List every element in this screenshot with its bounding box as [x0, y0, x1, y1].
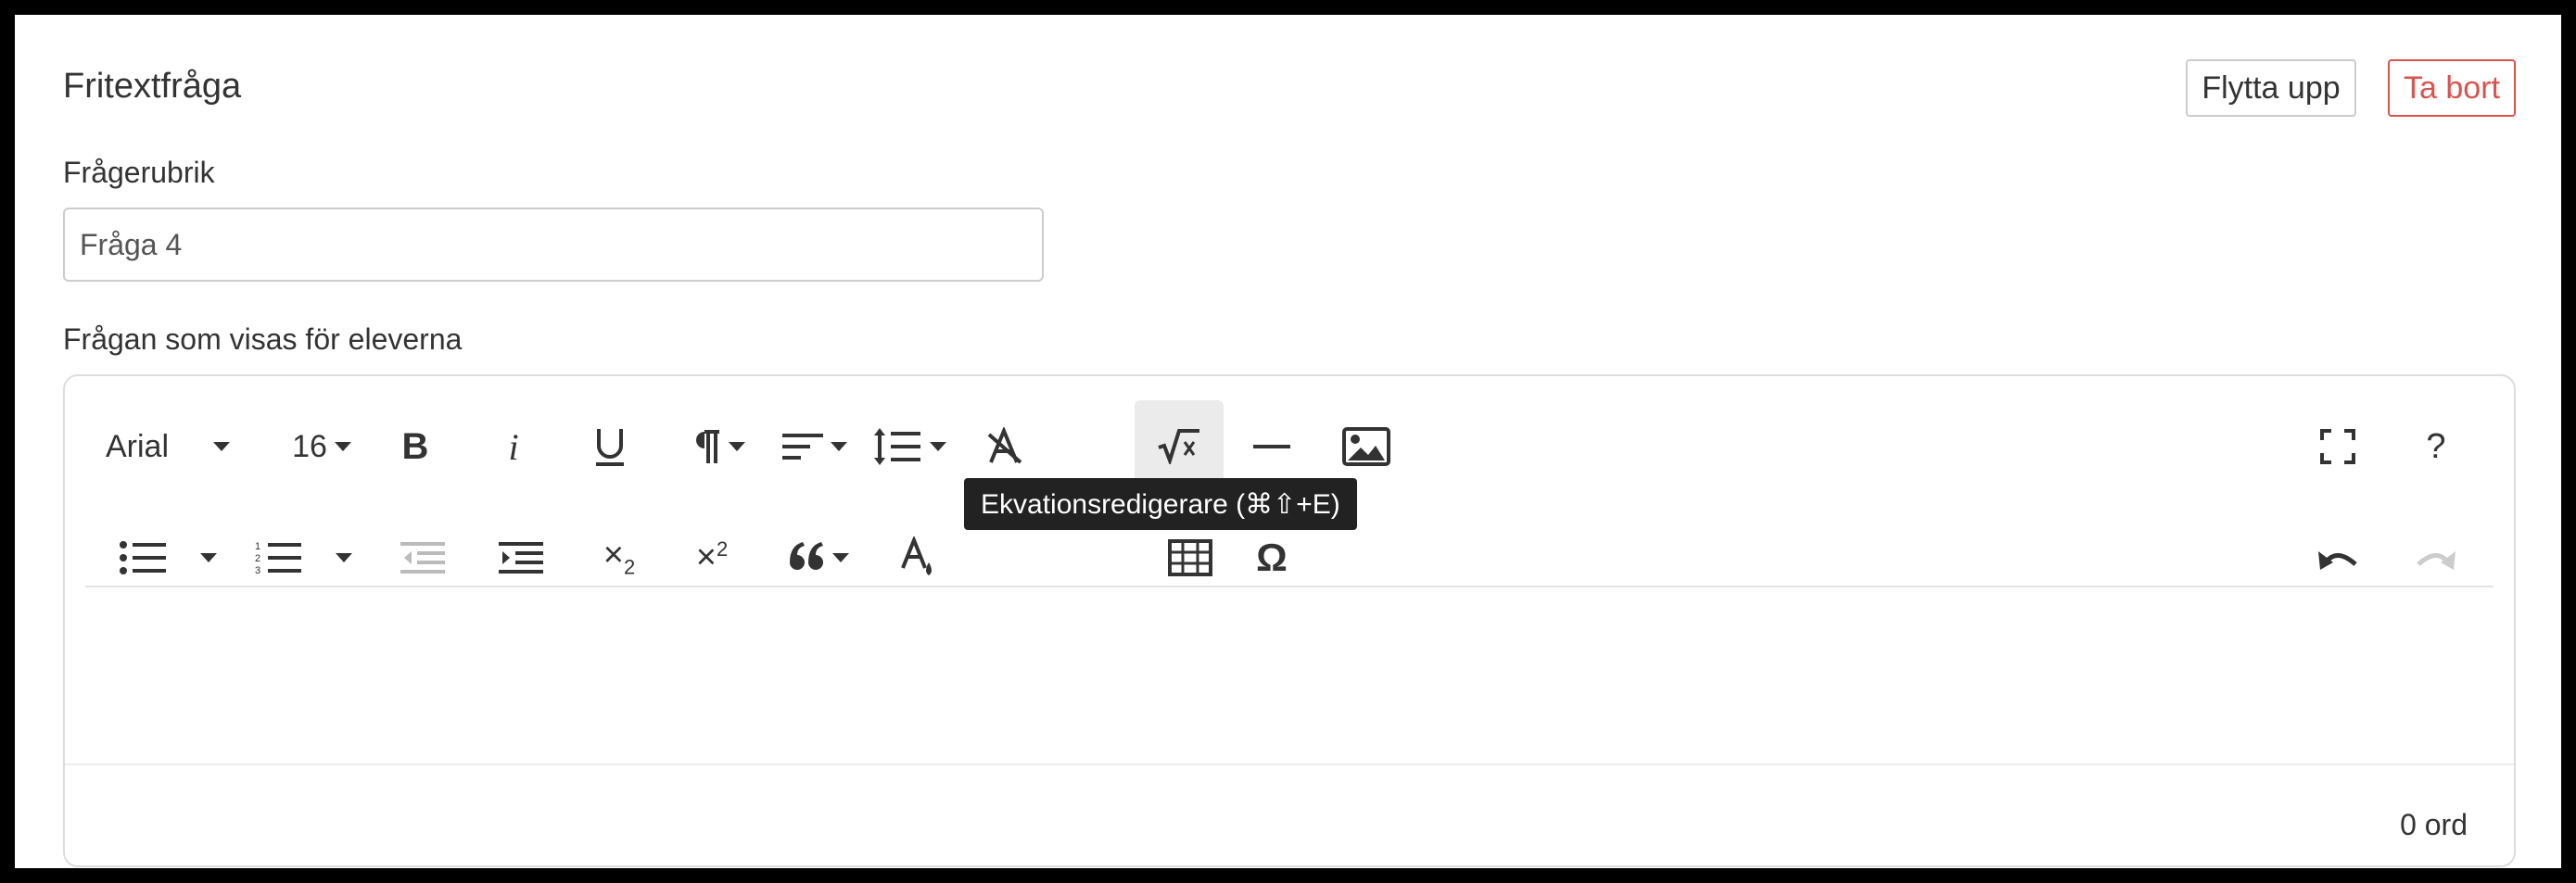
svg-text:3: 3	[255, 565, 260, 575]
numbered-list-options[interactable]	[330, 524, 358, 591]
omega-icon: Ω	[1256, 536, 1288, 579]
horizontal-line-button[interactable]	[1242, 413, 1301, 480]
indent-icon	[499, 542, 543, 574]
svg-text:2: 2	[255, 553, 260, 564]
chevron-down-icon	[334, 442, 351, 451]
chevron-down-icon	[213, 442, 231, 451]
chevron-down-icon	[832, 553, 849, 562]
horizontal-line-icon	[1253, 445, 1290, 448]
footer-divider	[65, 763, 2514, 765]
outdent-button[interactable]	[393, 524, 452, 591]
text-color-icon	[901, 536, 932, 575]
paragraph-format-button[interactable]	[677, 413, 760, 480]
underline-button[interactable]	[582, 413, 638, 480]
insert-table-button[interactable]	[1161, 524, 1220, 591]
superscript-button[interactable]: ×2	[682, 524, 742, 591]
align-left-icon	[782, 434, 823, 460]
insert-image-button[interactable]	[1337, 413, 1396, 480]
numbered-list-icon: 123	[255, 541, 301, 575]
fullscreen-icon	[2320, 429, 2355, 464]
indent-button[interactable]	[491, 524, 551, 591]
equation-editor-tooltip: Ekvationsredigerare (⌘⇧+E)	[964, 478, 1357, 530]
heading-input[interactable]: Fråga 4	[63, 208, 1044, 282]
superscript-icon: ×2	[695, 537, 729, 577]
clear-formatting-button[interactable]	[975, 413, 1034, 480]
bold-button[interactable]: B	[387, 413, 443, 480]
bullet-list-icon	[120, 541, 166, 574]
redo-icon	[2417, 551, 2455, 570]
chevron-down-icon	[336, 553, 352, 562]
subscript-button[interactable]: ×2	[590, 524, 649, 591]
quote-button[interactable]	[779, 524, 858, 591]
square-root-icon	[1158, 429, 1199, 464]
align-button[interactable]	[773, 413, 857, 480]
numbered-list-button[interactable]: 123	[252, 524, 304, 591]
quote-icon	[790, 542, 823, 570]
subscript-icon: ×2	[603, 536, 636, 579]
question-panel: Fritextfråga Flytta upp Ta bort Frågerub…	[15, 15, 2561, 868]
text-color-button[interactable]	[888, 524, 947, 591]
toolbar-divider	[85, 586, 2494, 587]
fullscreen-button[interactable]	[2308, 413, 2367, 480]
italic-button[interactable]: i	[486, 413, 541, 480]
chevron-down-icon	[831, 442, 847, 451]
editor-content-area[interactable]	[85, 589, 2494, 762]
bullet-list-options[interactable]	[195, 524, 222, 591]
question-text-label: Frågan som visas för eleverna	[63, 322, 463, 356]
question-type-title: Fritextfråga	[63, 67, 242, 106]
delete-button[interactable]: Ta bort	[2388, 59, 2516, 117]
chevron-down-icon	[200, 553, 217, 562]
table-icon	[1168, 539, 1212, 576]
image-icon	[1342, 427, 1390, 466]
heading-label: Frågerubrik	[63, 156, 215, 189]
help-icon: ?	[2426, 426, 2446, 466]
move-up-button[interactable]: Flytta upp	[2186, 59, 2356, 117]
paragraph-icon	[696, 430, 719, 463]
font-family-value: Arial	[106, 428, 170, 464]
font-size-select[interactable]: 16	[280, 413, 363, 480]
clear-formatting-icon	[987, 427, 1022, 464]
word-count: 0 ord	[2400, 808, 2468, 841]
special-characters-button[interactable]: Ω	[1242, 524, 1301, 591]
outdent-icon	[400, 542, 445, 574]
chevron-down-icon	[930, 442, 946, 451]
bold-icon: B	[401, 425, 429, 467]
rich-text-editor: Arial 16 B i ? 1 2 3 ×2 ×2 Ω 0 ord	[63, 374, 2516, 867]
italic-icon: i	[508, 425, 519, 468]
undo-button[interactable]	[2308, 524, 2367, 591]
undo-icon	[2318, 551, 2357, 570]
font-size-value: 16	[292, 428, 327, 464]
redo-button[interactable]	[2406, 524, 2466, 591]
line-height-icon	[874, 428, 920, 465]
bullet-list-button[interactable]	[117, 524, 169, 591]
font-family-select[interactable]: Arial	[106, 413, 273, 480]
underline-icon	[596, 429, 624, 466]
chevron-down-icon	[729, 442, 745, 451]
line-height-button[interactable]	[868, 413, 951, 480]
help-button[interactable]: ?	[2406, 413, 2466, 480]
svg-text:1: 1	[255, 541, 260, 552]
